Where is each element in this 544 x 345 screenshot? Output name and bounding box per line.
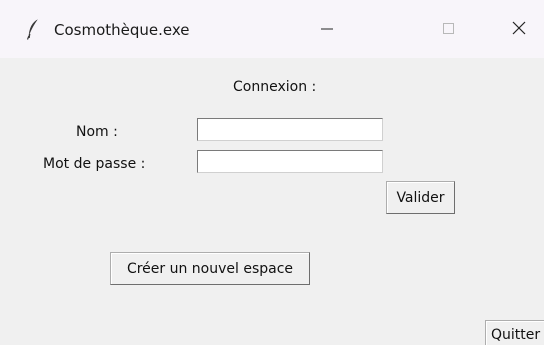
close-button[interactable] [496, 10, 542, 50]
nom-label: Nom : [76, 124, 118, 140]
feather-icon [26, 18, 40, 40]
login-heading: Connexion : [233, 79, 317, 95]
close-icon [511, 20, 527, 40]
minimize-icon [320, 21, 334, 40]
validate-button[interactable]: Valider [386, 181, 455, 214]
maximize-icon [442, 21, 456, 40]
password-input[interactable] [197, 150, 383, 173]
window-title: Cosmothèque.exe [54, 21, 190, 39]
app-window: Cosmothèque.exe Connexion : Nom : Mot de… [0, 0, 544, 345]
minimize-button[interactable] [304, 10, 350, 50]
password-label: Mot de passe : [43, 156, 146, 172]
title-bar[interactable]: Cosmothèque.exe [0, 0, 544, 58]
quit-button[interactable]: Quitter [485, 320, 544, 345]
nom-input[interactable] [197, 118, 383, 141]
maximize-button[interactable] [426, 10, 472, 50]
create-space-button[interactable]: Créer un nouvel espace [110, 252, 310, 285]
